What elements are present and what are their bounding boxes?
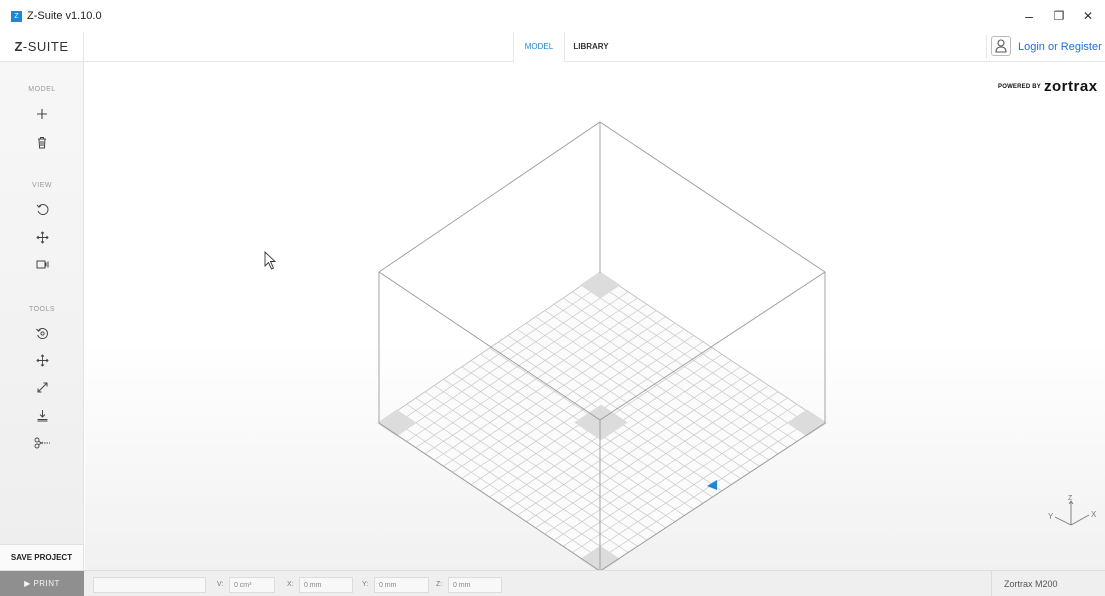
z-size-value: 0 mm: [447, 577, 502, 593]
volume-edge: [378, 121, 601, 273]
scale-tool-icon[interactable]: [30, 378, 54, 398]
camera-icon[interactable]: [30, 256, 54, 276]
printer-model-label[interactable]: Zortrax M200: [991, 571, 1105, 596]
status-bar: ▶ PRINT V: 0 cm³ X: 0 mm Y: 0 mm Z: 0 mm…: [0, 570, 1105, 596]
login-register-link[interactable]: Login or Register: [1018, 41, 1102, 53]
powered-by-logo: POWERED BY zortrax: [998, 78, 1098, 96]
section-label-tools: TOOLS: [28, 306, 56, 313]
place-on-bed-icon[interactable]: [30, 406, 54, 426]
user-icon[interactable]: [991, 36, 1011, 56]
y-size-value: 0 mm: [373, 577, 429, 593]
logo-prefix: Z: [14, 39, 23, 54]
tab-library[interactable]: LIBRARY: [566, 32, 616, 62]
x-size-value: 0 mm: [298, 577, 353, 593]
powered-by-text: POWERED BY: [998, 83, 1042, 90]
app-icon: Z: [11, 11, 22, 22]
logo-suffix: -SUITE: [22, 39, 69, 54]
login-area[interactable]: Login or Register: [986, 35, 1105, 59]
viewport-3d[interactable]: POWERED BY zortrax Y Z X: [85, 63, 1105, 570]
window-title: Z-Suite v1.10.0: [27, 10, 102, 22]
y-size-label: Y:: [362, 581, 369, 588]
y-size-stat: Y: 0 mm: [362, 577, 429, 593]
section-label-view: VIEW: [32, 182, 52, 189]
mouse-cursor-icon: [264, 250, 277, 270]
axis-y-label: Y: [1048, 512, 1054, 521]
restore-button[interactable]: ❐: [1047, 6, 1071, 26]
minimize-button[interactable]: –: [1017, 6, 1041, 26]
section-label-model: MODEL: [28, 86, 56, 93]
brand-logo: zortrax: [1044, 78, 1098, 96]
save-project-button[interactable]: SAVE PROJECT: [0, 544, 84, 570]
rotate-view-icon[interactable]: [30, 200, 54, 220]
rotate-tool-icon[interactable]: [30, 324, 54, 344]
axis-gizmo-icon: Y Z X: [1048, 495, 1097, 526]
build-volume-scene: [264, 121, 828, 570]
cut-icon[interactable]: [30, 434, 54, 454]
app-header: Z-SUITE MODEL LIBRARY Login or Register: [0, 32, 1105, 62]
x-size-label: X:: [287, 581, 294, 588]
trash-icon[interactable]: [30, 133, 54, 153]
sidebar: MODEL VIEW TOOLS: [0, 62, 84, 570]
add-icon[interactable]: [30, 105, 54, 125]
volume-stat: V: 0 cm³: [217, 577, 275, 593]
z-size-stat: Z: 0 mm: [436, 577, 502, 593]
x-size-stat: X: 0 mm: [287, 577, 353, 593]
project-name-field[interactable]: [93, 577, 206, 593]
print-button[interactable]: ▶ PRINT: [0, 571, 84, 596]
title-bar: Z Z-Suite v1.10.0 – ❐ ✕: [0, 0, 1105, 32]
axis-z-label: Z: [1068, 495, 1073, 502]
app-logo: Z-SUITE: [0, 32, 84, 62]
volume-label: V:: [217, 581, 224, 588]
move-tool-icon[interactable]: [30, 351, 54, 371]
volume-value: 0 cm³: [228, 577, 275, 593]
pan-view-icon[interactable]: [30, 228, 54, 248]
axis-x-label: X: [1091, 510, 1097, 519]
tab-model[interactable]: MODEL: [513, 32, 565, 62]
volume-edge: [599, 121, 826, 273]
z-size-label: Z:: [436, 581, 443, 588]
close-button[interactable]: ✕: [1076, 6, 1100, 26]
